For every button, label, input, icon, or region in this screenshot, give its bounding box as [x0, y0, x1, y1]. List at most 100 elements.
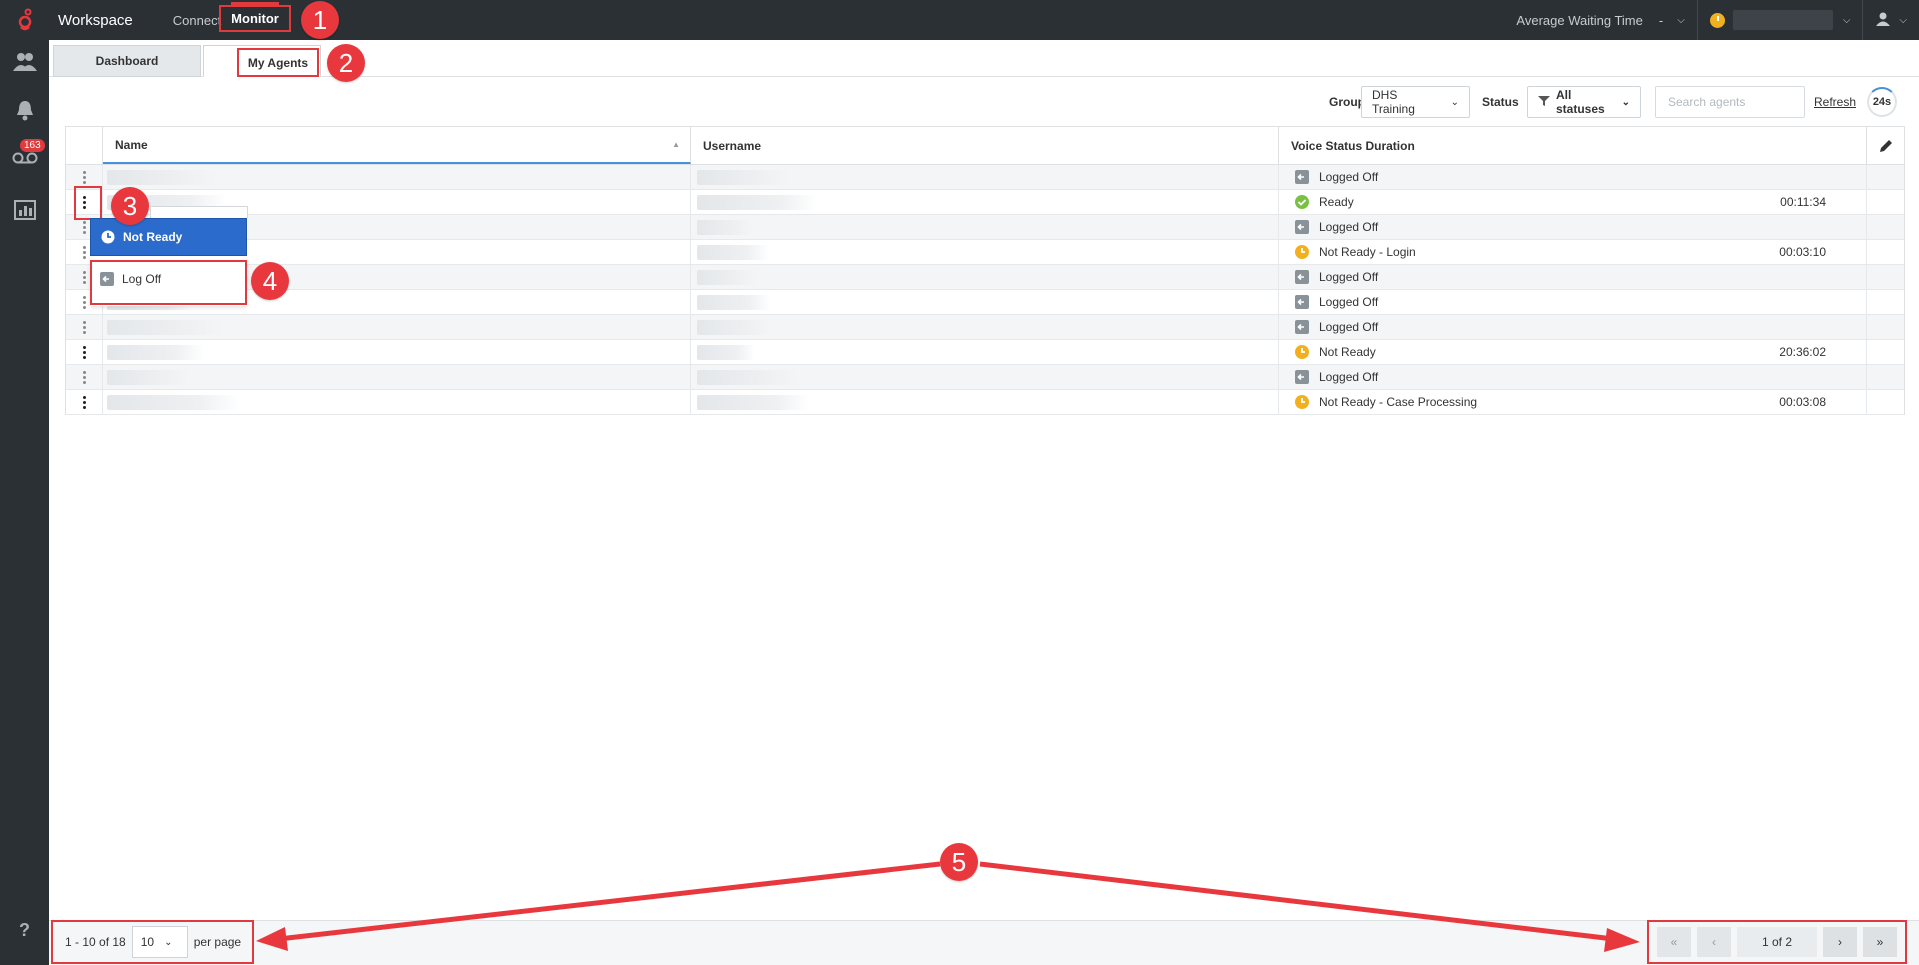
- chevron-down-icon[interactable]: ⌵: [1677, 15, 1685, 26]
- tab-my-agents[interactable]: My Agents: [237, 48, 319, 77]
- status-text: Not Ready: [1319, 345, 1376, 359]
- left-sidebar: [0, 40, 49, 965]
- status-duration: 20:36:02: [1779, 345, 1826, 359]
- tab-dashboard[interactable]: Dashboard: [53, 45, 201, 77]
- kebab-menu-icon: [82, 270, 86, 284]
- row-actions-menu[interactable]: [66, 390, 103, 414]
- agent-name-cell: [103, 365, 691, 389]
- table-row[interactable]: Not Ready 20:36:02: [66, 340, 1904, 365]
- kebab-menu-icon: [82, 220, 86, 234]
- status-label: Status: [1482, 95, 1519, 109]
- kebab-menu-icon: [82, 195, 86, 209]
- pagination-right: « ‹ 1 of 2 › »: [1647, 920, 1907, 964]
- kebab-menu-icon: [82, 170, 86, 184]
- clock-icon: [101, 230, 115, 244]
- table-row[interactable]: Logged Off: [66, 365, 1904, 390]
- first-page-button[interactable]: «: [1657, 927, 1691, 957]
- contacts-icon[interactable]: [0, 42, 49, 82]
- table-row[interactable]: Logged Off: [66, 165, 1904, 190]
- help-icon[interactable]: ?: [0, 920, 49, 941]
- table-row[interactable]: Not Ready - Login 00:03:10: [66, 240, 1904, 265]
- user-avatar-icon[interactable]: [1875, 11, 1891, 30]
- voice-status-cell: Not Ready - Case Processing 00:03:08: [1279, 390, 1867, 414]
- voice-status-cell: Logged Off: [1279, 290, 1867, 314]
- kebab-menu-icon: [82, 370, 86, 384]
- kebab-menu-icon: [82, 320, 86, 334]
- nav-monitor[interactable]: Monitor: [219, 2, 291, 32]
- status-text: Logged Off: [1319, 270, 1379, 284]
- sort-ascending-icon: ▲: [672, 140, 680, 149]
- row-actions-menu[interactable]: [66, 190, 103, 214]
- callout-1: 1: [301, 1, 339, 39]
- agent-name-cell: [103, 390, 691, 414]
- agent-username-cell: [691, 215, 1279, 239]
- next-page-button[interactable]: ›: [1823, 927, 1857, 957]
- table-row[interactable]: Logged Off: [66, 315, 1904, 340]
- status-text: Logged Off: [1319, 220, 1379, 234]
- average-waiting-time-label: Average Waiting Time: [1516, 12, 1643, 28]
- refresh-link[interactable]: Refresh: [1814, 95, 1856, 109]
- table-row[interactable]: Logged Off: [66, 265, 1904, 290]
- voice-status-cell: Ready 00:11:34: [1279, 190, 1867, 214]
- kebab-menu-icon: [82, 345, 86, 359]
- log-off-icon: [1295, 270, 1309, 284]
- row-actions-menu[interactable]: [66, 165, 103, 189]
- page-info: 1 of 2: [1737, 927, 1817, 957]
- previous-page-button[interactable]: ‹: [1697, 927, 1731, 957]
- status-text: Logged Off: [1319, 170, 1379, 184]
- voicemail-count-badge: 163: [20, 139, 45, 152]
- reports-chart-icon[interactable]: [0, 190, 49, 230]
- context-menu-log-off[interactable]: Log Off: [90, 260, 247, 305]
- column-username[interactable]: Username: [691, 127, 1279, 164]
- agent-username-cell: [691, 190, 1279, 214]
- row-actions-menu[interactable]: [66, 365, 103, 389]
- agent-username-cell: [691, 265, 1279, 289]
- column-name[interactable]: Name ▲: [103, 127, 691, 164]
- status-duration: 00:03:10: [1779, 245, 1826, 259]
- status-duration: 00:03:08: [1779, 395, 1826, 409]
- log-off-icon: [1295, 320, 1309, 334]
- log-off-icon: [1295, 220, 1309, 234]
- per-page-select[interactable]: 10 ⌄: [131, 926, 188, 958]
- callout-4: 4: [251, 262, 289, 300]
- agent-username-cell: [691, 390, 1279, 414]
- agent-username-cell: [691, 290, 1279, 314]
- table-row[interactable]: Not Ready - Case Processing 00:03:08: [66, 390, 1904, 415]
- voice-status-cell: Logged Off: [1279, 215, 1867, 239]
- row-actions-menu[interactable]: [66, 340, 103, 364]
- edit-columns-icon[interactable]: [1867, 127, 1904, 164]
- groups-select[interactable]: DHS Training ⌄: [1361, 86, 1470, 118]
- voice-status-cell: Not Ready - Login 00:03:10: [1279, 240, 1867, 264]
- clock-icon: [1295, 395, 1309, 409]
- row-actions-menu[interactable]: [66, 315, 103, 339]
- agent-username-cell: [691, 340, 1279, 364]
- kebab-menu-icon: [82, 245, 86, 259]
- status-duration: 00:11:34: [1780, 195, 1826, 209]
- table-row[interactable]: Ready 00:11:34: [66, 190, 1904, 215]
- table-row[interactable]: Logged Off: [66, 215, 1904, 240]
- table-row[interactable]: Logged Off: [66, 290, 1904, 315]
- context-menu-not-ready[interactable]: Not Ready: [90, 218, 247, 256]
- log-off-icon: [100, 272, 114, 286]
- agent-name-cell: [103, 340, 691, 364]
- nav-connect[interactable]: Connect: [173, 13, 221, 28]
- bell-icon[interactable]: [0, 90, 49, 130]
- last-page-button[interactable]: »: [1863, 927, 1897, 957]
- status-select[interactable]: All statuses ⌄: [1527, 86, 1641, 118]
- page-range: 1 - 10 of 18: [65, 935, 126, 949]
- refresh-timer: 24s: [1867, 87, 1897, 117]
- chevron-down-icon[interactable]: ⌵: [1899, 15, 1907, 26]
- agent-username-cell: [691, 315, 1279, 339]
- voice-status-cell: Logged Off: [1279, 265, 1867, 289]
- agents-table: Name ▲ Username Voice Status Duration Lo…: [65, 126, 1905, 415]
- chevron-down-icon[interactable]: ⌵: [1843, 15, 1851, 26]
- column-voice-status-duration[interactable]: Voice Status Duration: [1279, 127, 1867, 164]
- kebab-menu-icon: [82, 395, 86, 409]
- search-agents-input[interactable]: [1655, 86, 1805, 118]
- context-menu-frame: [150, 206, 248, 218]
- clock-status-icon[interactable]: [1709, 12, 1725, 28]
- log-off-icon: [1295, 295, 1309, 309]
- status-text: Logged Off: [1319, 370, 1379, 384]
- clock-icon: [1295, 345, 1309, 359]
- log-off-icon: [1295, 370, 1309, 384]
